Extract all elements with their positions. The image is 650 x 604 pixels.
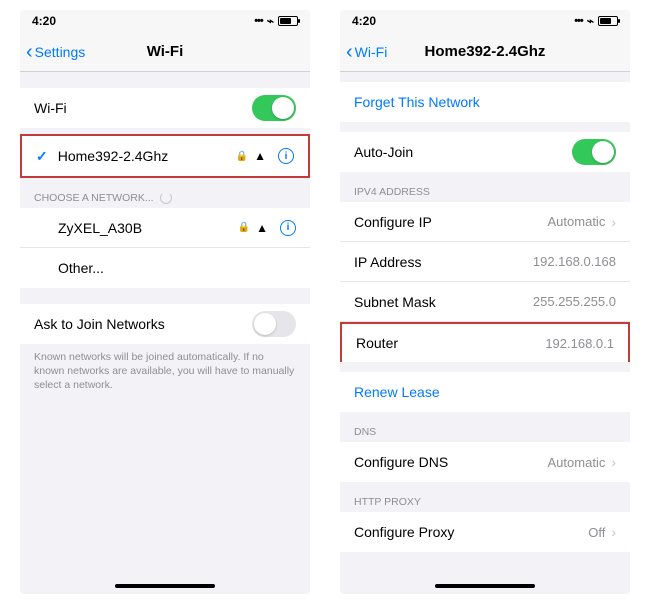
configure-ip-value: Automatic: [548, 214, 606, 229]
dns-header: DNS: [340, 412, 630, 442]
other-label: Other...: [58, 260, 296, 276]
configure-proxy-row[interactable]: Configure Proxy Off ›: [340, 512, 630, 552]
wifi-icon: ⌁: [587, 14, 594, 28]
configure-ip-row[interactable]: Configure IP Automatic ›: [340, 202, 630, 242]
nav-bar: ‹ Wi-Fi Home392-2.4Ghz: [340, 32, 630, 72]
home-indicator[interactable]: [115, 584, 215, 588]
ask-to-join-footer: Known networks will be joined automatica…: [20, 344, 310, 403]
subnet-mask-value: 255.255.255.0: [533, 294, 616, 309]
info-icon[interactable]: i: [280, 220, 296, 236]
ask-to-join-toggle[interactable]: [252, 311, 296, 337]
connected-network-name: Home392-2.4Ghz: [58, 148, 236, 164]
battery-icon: [598, 16, 618, 26]
status-time: 4:20: [32, 14, 56, 28]
ask-to-join-label: Ask to Join Networks: [34, 316, 252, 332]
router-value: 192.168.0.1: [545, 336, 614, 351]
ask-to-join-row[interactable]: Ask to Join Networks: [20, 304, 310, 344]
back-button[interactable]: ‹ Settings: [20, 44, 85, 60]
wifi-icon: ⌁: [267, 14, 274, 28]
spinner-icon: [160, 192, 172, 204]
nav-bar: ‹ Settings Wi-Fi: [20, 32, 310, 72]
screen-network-details: 4:20 ••• ⌁ ‹ Wi-Fi Home392-2.4Ghz Forget…: [340, 10, 630, 594]
auto-join-row[interactable]: Auto-Join: [340, 132, 630, 172]
chevron-right-icon: ›: [611, 524, 616, 540]
signal-dots-icon: •••: [254, 15, 263, 27]
ip-address-label: IP Address: [354, 254, 533, 270]
router-label: Router: [356, 335, 545, 351]
configure-proxy-value: Off: [588, 525, 605, 540]
subnet-mask-row: Subnet Mask 255.255.255.0: [340, 282, 630, 322]
back-label: Settings: [35, 44, 86, 60]
network-name: ZyXEL_A30B: [58, 220, 238, 236]
auto-join-label: Auto-Join: [354, 144, 572, 160]
chevron-right-icon: ›: [611, 454, 616, 470]
ipv4-header: IPV4 ADDRESS: [340, 172, 630, 202]
lock-icon: 🔒: [238, 222, 250, 233]
connected-network-row[interactable]: ✓ Home392-2.4Ghz 🔒 ▲ i: [22, 136, 308, 176]
wifi-signal-icon: ▲: [256, 221, 268, 235]
subnet-mask-label: Subnet Mask: [354, 294, 533, 310]
choose-network-header: CHOOSE A NETWORK...: [20, 178, 310, 208]
renew-lease-label: Renew Lease: [354, 384, 616, 400]
wifi-toggle[interactable]: [252, 95, 296, 121]
chevron-right-icon: ›: [611, 214, 616, 230]
configure-dns-label: Configure DNS: [354, 454, 548, 470]
auto-join-toggle[interactable]: [572, 139, 616, 165]
ip-address-row: IP Address 192.168.0.168: [340, 242, 630, 282]
wifi-toggle-row[interactable]: Wi-Fi: [20, 88, 310, 128]
wifi-toggle-label: Wi-Fi: [34, 100, 252, 116]
forget-network-label: Forget This Network: [354, 94, 616, 110]
configure-dns-value: Automatic: [548, 455, 606, 470]
configure-ip-label: Configure IP: [354, 214, 548, 230]
router-row: Router 192.168.0.1: [340, 322, 630, 362]
lock-icon: 🔒: [236, 151, 248, 162]
signal-dots-icon: •••: [574, 15, 583, 27]
status-bar: 4:20 ••• ⌁: [20, 10, 310, 32]
info-icon[interactable]: i: [278, 148, 294, 164]
home-indicator[interactable]: [435, 584, 535, 588]
checkmark-icon: ✓: [36, 148, 48, 165]
back-button[interactable]: ‹ Wi-Fi: [340, 44, 387, 60]
renew-lease-row[interactable]: Renew Lease: [340, 372, 630, 412]
battery-icon: [278, 16, 298, 26]
ip-address-value: 192.168.0.168: [533, 254, 616, 269]
forget-network-row[interactable]: Forget This Network: [340, 82, 630, 122]
other-network-row[interactable]: Other...: [20, 248, 310, 288]
wifi-signal-icon: ▲: [254, 149, 266, 163]
configure-dns-row[interactable]: Configure DNS Automatic ›: [340, 442, 630, 482]
back-label: Wi-Fi: [355, 44, 388, 60]
status-bar: 4:20 ••• ⌁: [340, 10, 630, 32]
screen-wifi-list: 4:20 ••• ⌁ ‹ Settings Wi-Fi Wi-Fi ✓ Home…: [20, 10, 310, 594]
configure-proxy-label: Configure Proxy: [354, 524, 588, 540]
http-proxy-header: HTTP PROXY: [340, 482, 630, 512]
status-time: 4:20: [352, 14, 376, 28]
network-row[interactable]: ZyXEL_A30B 🔒 ▲ i: [20, 208, 310, 248]
